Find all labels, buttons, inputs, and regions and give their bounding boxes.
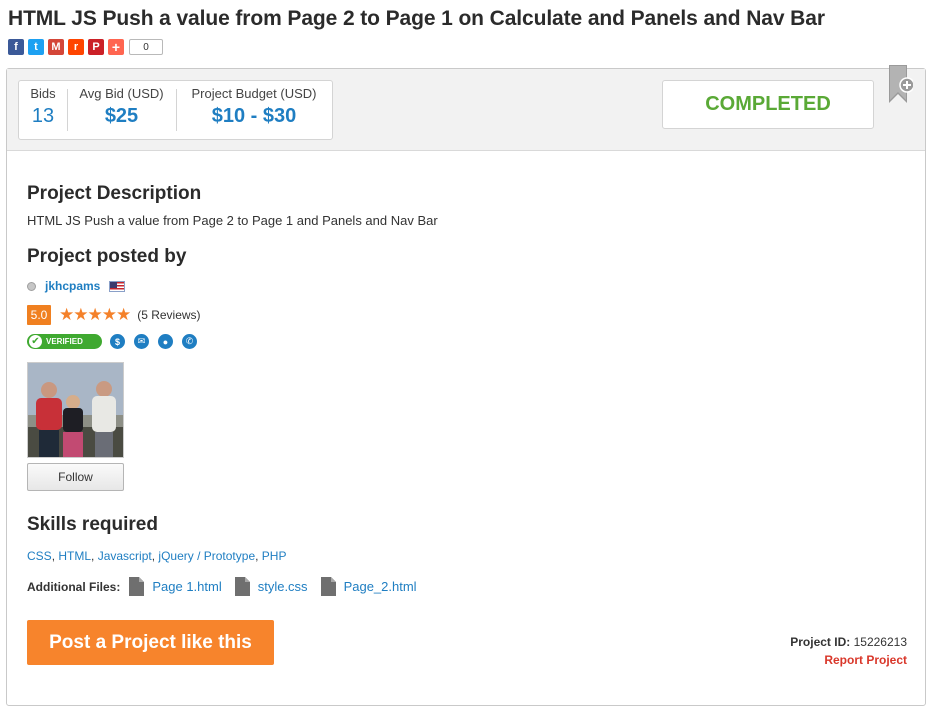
project-card-header: Bids 13 Avg Bid (USD) $25 Project Budget… xyxy=(7,65,925,151)
email-verified-icon: ✉ xyxy=(134,334,149,349)
addthis-icon[interactable]: + xyxy=(108,39,124,55)
avatar[interactable] xyxy=(27,362,124,458)
file-item[interactable]: Page_2.html xyxy=(320,577,417,596)
online-status-icon xyxy=(27,281,36,291)
description-heading: Project Description xyxy=(27,183,202,204)
payment-verified-icon: $ xyxy=(110,334,125,349)
phone-verified-icon: ✆ xyxy=(182,334,197,349)
bookmark-add-icon[interactable] xyxy=(887,65,913,105)
budget-stat: Project Budget (USD) $10 - $30 xyxy=(176,81,332,139)
avatar-photo xyxy=(28,363,123,457)
file-link[interactable]: Page_2.html xyxy=(344,579,417,594)
description-text: HTML JS Push a value from Page 2 to Page… xyxy=(27,213,438,228)
poster-name-link[interactable]: jkhcpams xyxy=(45,279,100,293)
poster-row: jkhcpams xyxy=(27,279,126,293)
project-id-value: 15226213 xyxy=(853,635,907,649)
skill-link[interactable]: PHP xyxy=(262,549,287,563)
file-item[interactable]: style.css xyxy=(234,577,308,596)
skills-list: CSS, HTML, Javascript, jQuery / Prototyp… xyxy=(27,549,286,563)
page-title: HTML JS Push a value from Page 2 to Page… xyxy=(8,7,825,30)
file-icon xyxy=(129,577,145,596)
additional-files: Additional Files: Page 1.html style.css … xyxy=(27,577,430,596)
skill-separator: , xyxy=(255,549,262,563)
checkmark-icon: ✔ xyxy=(29,335,42,348)
twitter-icon[interactable]: t xyxy=(28,39,44,55)
bids-label: Bids xyxy=(30,86,56,101)
reviews-count: (5 Reviews) xyxy=(137,308,201,322)
project-id-label: Project ID: xyxy=(790,635,851,649)
posted-by-heading: Project posted by xyxy=(27,246,187,267)
reddit-icon[interactable]: r xyxy=(68,39,84,55)
file-link[interactable]: Page 1.html xyxy=(152,579,221,594)
budget-label: Project Budget (USD) xyxy=(191,86,317,101)
skill-separator: , xyxy=(91,549,98,563)
file-icon xyxy=(320,577,336,596)
bids-value: 13 xyxy=(31,105,55,127)
star-rating-icon: ★★★★★ xyxy=(59,305,131,324)
verified-badge: ✔ VERIFIED xyxy=(27,334,102,349)
file-item[interactable]: Page 1.html xyxy=(129,577,222,596)
skill-link[interactable]: Javascript xyxy=(98,549,152,563)
bids-stat: Bids 13 xyxy=(19,81,67,139)
facebook-icon[interactable]: f xyxy=(8,39,24,55)
project-card: Bids 13 Avg Bid (USD) $25 Project Budget… xyxy=(6,65,926,706)
skill-link[interactable]: jQuery / Prototype xyxy=(158,549,255,563)
project-id: Project ID: 15226213 xyxy=(790,635,907,649)
verification-row: ✔ VERIFIED $ ✉ ● ✆ xyxy=(27,334,206,349)
status-badge: COMPLETED xyxy=(662,80,874,129)
avg-bid-label: Avg Bid (USD) xyxy=(79,86,164,101)
file-link[interactable]: style.css xyxy=(258,579,308,594)
avg-bid-value: $25 xyxy=(104,105,139,127)
budget-value: $10 - $30 xyxy=(211,105,297,127)
additional-files-label: Additional Files: xyxy=(27,579,121,594)
pinterest-icon[interactable]: P xyxy=(88,39,104,55)
profile-verified-icon: ● xyxy=(158,334,173,349)
post-project-button[interactable]: Post a Project like this xyxy=(27,620,274,665)
report-project-link[interactable]: Report Project xyxy=(824,653,907,667)
verified-label: VERIFIED xyxy=(46,337,83,346)
gmail-icon[interactable]: M xyxy=(48,39,64,55)
rating-row: 5.0 ★★★★★ (5 Reviews) xyxy=(27,305,201,325)
skill-link[interactable]: CSS xyxy=(27,549,52,563)
rating-badge: 5.0 xyxy=(27,305,51,325)
share-count: 0 xyxy=(129,39,163,55)
file-icon xyxy=(234,577,250,596)
us-flag-icon xyxy=(109,280,126,292)
follow-button[interactable]: Follow xyxy=(27,463,124,491)
skill-link[interactable]: HTML xyxy=(58,549,91,563)
bid-stats: Bids 13 Avg Bid (USD) $25 Project Budget… xyxy=(18,80,333,140)
share-bar: f t M r P + 0 xyxy=(8,39,163,55)
avg-bid-stat: Avg Bid (USD) $25 xyxy=(67,81,176,139)
skills-heading: Skills required xyxy=(27,514,158,535)
